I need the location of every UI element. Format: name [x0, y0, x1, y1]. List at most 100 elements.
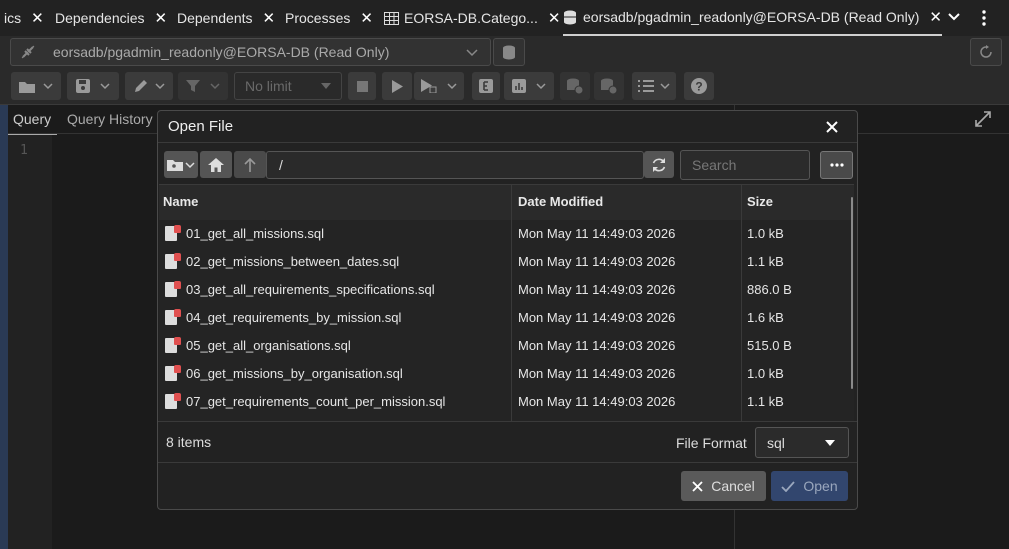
column-size[interactable]: Size	[747, 194, 773, 209]
search-input[interactable]: Search	[680, 150, 810, 180]
chevron-down-icon	[660, 83, 670, 90]
execute-script-button[interactable]	[414, 72, 464, 100]
file-name: 04_get_requirements_by_mission.sql	[186, 310, 402, 325]
tab-statistics[interactable]: ics ✕	[4, 0, 44, 36]
ellipsis-icon	[829, 163, 844, 167]
open-button[interactable]: Open	[771, 471, 848, 501]
close-icon[interactable]: ✕	[548, 9, 561, 27]
maximize-icon[interactable]	[975, 111, 991, 127]
chevron-down-icon	[447, 83, 457, 90]
locked-file-icon	[165, 309, 181, 325]
explain-analyze-button[interactable]	[504, 72, 554, 100]
tab-bar: ics ✕ Dependencies ✕ Dependents ✕ Processes…	[0, 0, 1009, 37]
folder-icon	[19, 81, 35, 93]
file-size: 1.0 kB	[747, 226, 784, 241]
locked-file-icon	[165, 337, 181, 353]
home-icon	[208, 157, 224, 172]
macros-button[interactable]	[632, 72, 676, 100]
tab-query-history[interactable]: Query History	[67, 111, 153, 127]
file-date: Mon May 11 14:49:03 2026	[518, 282, 676, 297]
close-icon[interactable]: ✕	[360, 9, 373, 27]
chevron-down-icon	[536, 83, 546, 90]
chart-icon	[512, 79, 526, 93]
path-input[interactable]: /	[266, 151, 644, 179]
search-placeholder: Search	[692, 157, 737, 173]
file-format-label: File Format	[676, 435, 747, 451]
file-name: 02_get_missions_between_dates.sql	[186, 254, 400, 269]
cancel-button[interactable]: Cancel	[681, 471, 766, 501]
file-row[interactable]: 06_get_missions_by_organisation.sql Mon …	[159, 360, 854, 389]
explain-button[interactable]	[472, 72, 500, 100]
tab-processes[interactable]: Processes ✕	[285, 0, 373, 36]
home-button[interactable]	[200, 151, 232, 178]
more-options-button[interactable]	[820, 151, 853, 179]
file-row[interactable]: 05_get_all_organisations.sql Mon May 11 …	[159, 332, 854, 361]
column-divider	[741, 184, 742, 421]
close-icon[interactable]	[825, 120, 839, 134]
new-connection-button[interactable]	[493, 38, 525, 66]
tab-table-data[interactable]: EORSA-DB.Catego... ✕	[384, 0, 560, 36]
rollback-button[interactable]	[594, 72, 624, 100]
table-icon	[384, 11, 399, 25]
divider	[158, 142, 857, 143]
play-script-icon	[421, 79, 437, 93]
help-icon: ?	[691, 78, 707, 94]
stop-icon	[356, 80, 368, 92]
tab-label: EORSA-DB.Catego...	[404, 10, 538, 26]
tab-query-tool[interactable]: eorsadb/pgadmin_readonly@EORSA-DB (Read …	[563, 0, 942, 36]
check-icon	[781, 480, 796, 492]
tab-query[interactable]: Query	[0, 105, 57, 135]
refresh-connection-button[interactable]	[970, 38, 1002, 66]
chevron-down-icon	[210, 83, 220, 90]
file-date: Mon May 11 14:49:03 2026	[518, 366, 676, 381]
file-format-select[interactable]: sql	[755, 427, 849, 458]
column-date-modified[interactable]: Date Modified	[518, 194, 603, 209]
file-row[interactable]: 01_get_all_missions.sql Mon May 11 14:49…	[159, 220, 854, 249]
filter-button[interactable]	[178, 72, 228, 100]
close-icon[interactable]: ✕	[263, 9, 276, 27]
stop-button[interactable]	[348, 72, 376, 100]
locked-file-icon	[165, 253, 181, 269]
editor-left-edge	[0, 105, 8, 549]
execute-button[interactable]	[382, 72, 412, 100]
folder-user-icon	[167, 159, 183, 171]
column-name[interactable]: Name	[163, 194, 198, 209]
edit-button[interactable]	[125, 72, 173, 100]
save-file-button[interactable]	[67, 72, 119, 100]
file-row[interactable]: 07_get_requirements_count_per_mission.sq…	[159, 388, 854, 417]
storage-select-button[interactable]	[164, 151, 198, 178]
locked-file-icon	[165, 225, 181, 241]
limit-select[interactable]: No limit	[234, 72, 342, 100]
more-vertical-icon[interactable]	[981, 10, 987, 26]
open-file-button[interactable]	[11, 72, 61, 100]
caret-down-icon	[825, 440, 835, 446]
file-row[interactable]: 04_get_requirements_by_mission.sql Mon M…	[159, 304, 854, 333]
close-icon[interactable]: ✕	[155, 9, 168, 27]
chevron-down-icon	[185, 161, 195, 168]
caret-down-icon	[321, 83, 331, 89]
file-row[interactable]: 03_get_all_requirements_specifications.s…	[159, 276, 854, 305]
plug-icon	[21, 45, 35, 59]
locked-file-icon	[165, 281, 181, 297]
file-row[interactable]: 02_get_missions_between_dates.sql Mon Ma…	[159, 248, 854, 277]
file-date: Mon May 11 14:49:03 2026	[518, 226, 676, 241]
dialog-title: Open File	[168, 118, 234, 135]
chevron-down-icon[interactable]	[948, 10, 960, 24]
commit-button[interactable]	[560, 72, 590, 100]
close-icon[interactable]: ✕	[31, 9, 44, 27]
save-icon	[76, 79, 90, 93]
file-name: 06_get_missions_by_organisation.sql	[186, 366, 403, 381]
explain-icon	[479, 79, 493, 93]
tab-dependents[interactable]: Dependents ✕	[177, 0, 275, 36]
tab-dependencies[interactable]: Dependencies ✕	[55, 0, 167, 36]
refresh-icon	[652, 157, 666, 172]
connection-select[interactable]: eorsadb/pgadmin_readonly@EORSA-DB (Read …	[10, 38, 491, 66]
locked-file-icon	[165, 365, 181, 381]
database-undo-icon	[601, 78, 618, 94]
close-icon[interactable]: ✕	[929, 8, 942, 26]
help-button[interactable]: ?	[684, 72, 714, 100]
scrollbar[interactable]	[851, 197, 853, 389]
up-directory-button[interactable]	[234, 151, 266, 178]
refresh-button[interactable]	[644, 151, 674, 178]
pencil-icon	[135, 80, 147, 92]
